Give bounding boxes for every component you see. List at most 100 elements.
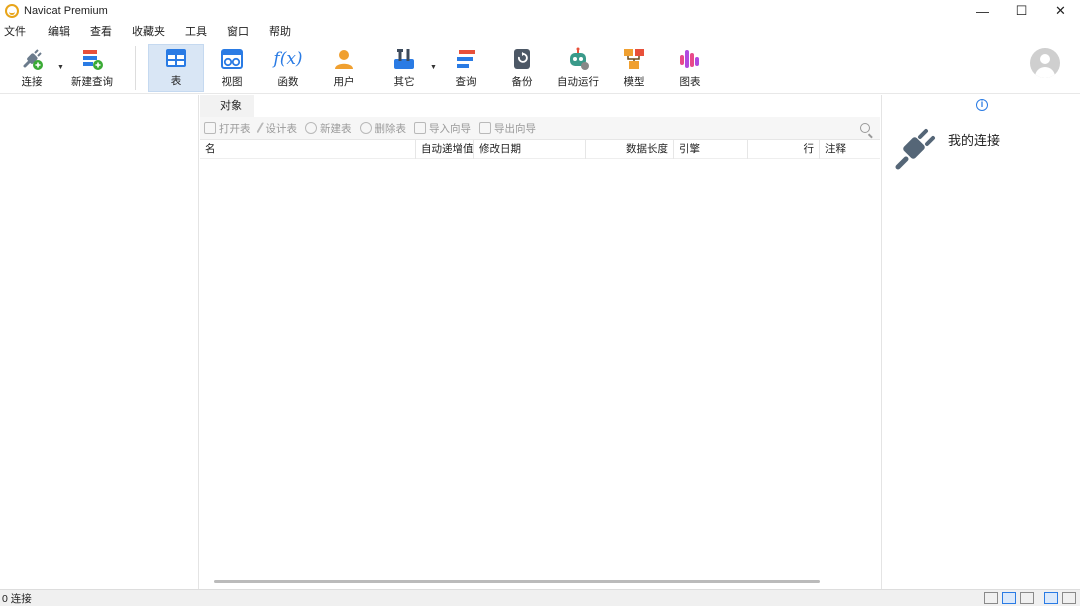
toolbar-query-label: 查询 [455,76,477,88]
info-pane: i 我的连接 [881,95,1080,589]
toolbar-chart-label: 图表 [679,76,701,88]
folder-open-icon [204,122,216,134]
connection-plug-icon [895,129,935,170]
toolbar-new-query-label: 新建查询 [71,76,113,88]
toolbar-backup-label: 备份 [511,76,533,88]
maximize-button[interactable]: ☐ [1002,0,1041,22]
column-header-data-length[interactable]: 数据长度 [586,140,674,159]
toolbar-separator [135,46,136,90]
import-wizard-label: 导入向导 [429,122,471,135]
design-table-label: 设计表 [265,122,298,135]
tabstrip-empty-area [254,95,880,117]
toggle-left-pane-icon[interactable] [1044,592,1058,604]
open-table-button[interactable]: 打开表 [204,121,251,136]
object-pane: 对象 打开表 设计表 新建表 删除表 导入向导 导出向导 名 自动递增值 修改日… [200,95,880,589]
user-icon [335,50,353,69]
menu-favorites[interactable]: 收藏夹 [126,22,171,42]
new-query-icon [83,50,103,70]
object-toolbar: 打开表 设计表 新建表 删除表 导入向导 导出向导 [200,117,880,140]
my-connections-title: 我的连接 [948,133,1001,148]
new-table-button[interactable]: 新建表 [305,121,352,136]
toolbar-automation-button[interactable]: 自动运行 [556,44,600,92]
model-icon [624,49,644,69]
close-button[interactable]: ✕ [1041,0,1080,22]
tab-objects[interactable]: 对象 [208,95,254,117]
toolbar-table-button[interactable]: 表 [148,44,204,92]
import-wizard-button[interactable]: 导入向导 [414,121,471,136]
window-title: Navicat Premium [24,5,108,17]
column-header-engine[interactable]: 引擎 [674,140,748,159]
open-table-label: 打开表 [219,122,251,135]
backup-icon [514,49,530,69]
grid-view-icon[interactable] [984,592,998,604]
navicat-logo-icon [5,4,19,18]
object-list-grid[interactable]: 名 自动递增值 修改日期 数据长度 引擎 行 注释 [200,140,880,589]
window-controls: — ☐ ✕ [963,0,1080,22]
grid-header: 名 自动递增值 修改日期 数据长度 引擎 行 注释 [200,140,880,159]
column-header-comment[interactable]: 注释 [820,140,880,159]
toolbar-model-button[interactable]: 模型 [614,44,654,92]
export-wizard-label: 导出向导 [494,122,536,135]
connection-dropdown-arrow-icon[interactable]: ▼ [57,64,64,71]
main-toolbar: 连接 ▼ 新建查询 表 视图 f(x) 函数 用户 其它 ▼ 查询 备份 自动运… [0,42,1080,94]
search-icon[interactable] [860,123,870,133]
menu-edit[interactable]: 编辑 [42,22,76,42]
menu-view[interactable]: 查看 [84,22,118,42]
others-dropdown-arrow-icon[interactable]: ▼ [430,64,437,71]
minimize-button[interactable]: — [963,0,1002,22]
function-icon: f(x) [273,49,303,69]
menu-bar: 文件 编辑 查看 收藏夹 工具 窗口 帮助 [0,22,1080,42]
column-header-rows[interactable]: 行 [748,140,820,159]
column-header-auto-increment[interactable]: 自动递增值 [416,140,474,159]
menu-window[interactable]: 窗口 [221,22,255,42]
design-table-button[interactable]: 设计表 [255,121,298,136]
export-wizard-button[interactable]: 导出向导 [479,121,536,136]
toolbar-connection-button[interactable]: 连接 [12,44,52,92]
detail-view-icon[interactable] [1020,592,1034,604]
object-tabstrip: 对象 [200,95,880,117]
export-icon [479,122,491,134]
horizontal-scrollbar[interactable] [214,580,820,583]
plus-circle-icon [305,122,317,134]
chart-icon [680,50,699,68]
toolbar-connection-label: 连接 [21,76,43,88]
pencil-icon [255,121,266,135]
connection-count-status: 0 连接 [2,592,32,605]
toolbar-others-button[interactable]: 其它 [384,44,424,92]
menu-help[interactable]: 帮助 [263,22,297,42]
connection-navigator-pane[interactable] [0,95,199,589]
toolbar-view-button[interactable]: 视图 [212,44,252,92]
import-icon [414,122,426,134]
toolbar-backup-button[interactable]: 备份 [502,44,542,92]
toolbar-others-label: 其它 [393,76,415,88]
robot-icon [570,47,589,70]
toolbar-new-query-button[interactable]: 新建查询 [68,44,116,92]
menu-tools[interactable]: 工具 [179,22,213,42]
toolbar-view-label: 视图 [221,76,243,88]
list-view-icon[interactable] [1002,592,1016,604]
tools-icon [394,49,414,69]
toolbar-function-button[interactable]: f(x) 函数 [268,44,308,92]
toolbar-chart-button[interactable]: 图表 [670,44,710,92]
table-icon [166,49,186,67]
minus-circle-icon [359,122,372,134]
toolbar-user-label: 用户 [333,76,355,88]
toolbar-query-button[interactable]: 查询 [446,44,486,92]
connection-plug-icon [23,49,43,70]
new-table-label: 新建表 [320,122,352,135]
delete-table-button[interactable]: 删除表 [359,121,406,136]
column-header-modified-date[interactable]: 修改日期 [474,140,586,159]
title-bar: Navicat Premium — ☐ ✕ [0,0,1080,22]
user-avatar-icon[interactable] [1030,48,1060,78]
toggle-right-pane-icon[interactable] [1062,592,1076,604]
view-glasses-icon [221,49,243,69]
info-icon[interactable]: i [976,99,988,111]
menu-file[interactable]: 文件 [0,22,32,42]
toolbar-user-button[interactable]: 用户 [324,44,364,92]
view-mode-switcher [980,592,1076,604]
toolbar-table-label: 表 [170,75,182,87]
column-header-name[interactable]: 名 [200,140,416,159]
toolbar-model-label: 模型 [623,76,645,88]
toolbar-automation-label: 自动运行 [557,76,599,88]
status-bar: 0 连接 [0,589,1080,606]
